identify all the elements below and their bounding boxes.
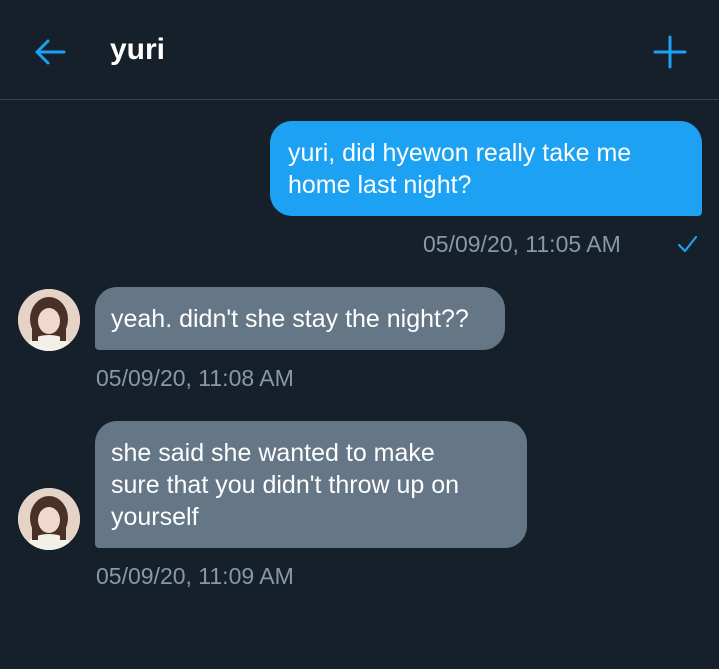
arrow-left-icon xyxy=(35,39,66,65)
sent-message-bubble[interactable]: yuri, did hyewon really take me home las… xyxy=(270,121,702,216)
profile-photo-icon xyxy=(18,289,80,351)
add-people-button[interactable] xyxy=(650,32,690,72)
dm-conversation-screen: yuri yuri, did hyewon really take me hom… xyxy=(0,0,719,669)
profile-photo-icon xyxy=(18,488,80,550)
plus-icon xyxy=(653,35,687,69)
checkmark-icon xyxy=(677,235,698,253)
back-button[interactable] xyxy=(30,32,70,72)
message-timestamp: 05/09/20, 11:09 AM xyxy=(96,563,294,589)
received-message-bubble[interactable]: yeah. didn't she stay the night?? xyxy=(95,287,505,350)
message-timestamp: 05/09/20, 11:05 AM xyxy=(423,231,621,257)
conversation-header: yuri xyxy=(0,0,719,100)
received-message-bubble[interactable]: she said she wanted to make sure that yo… xyxy=(95,421,527,548)
message-timestamp: 05/09/20, 11:08 AM xyxy=(96,365,294,391)
contact-avatar[interactable] xyxy=(18,488,80,550)
contact-avatar[interactable] xyxy=(18,289,80,351)
contact-name-title[interactable]: yuri xyxy=(110,30,165,70)
